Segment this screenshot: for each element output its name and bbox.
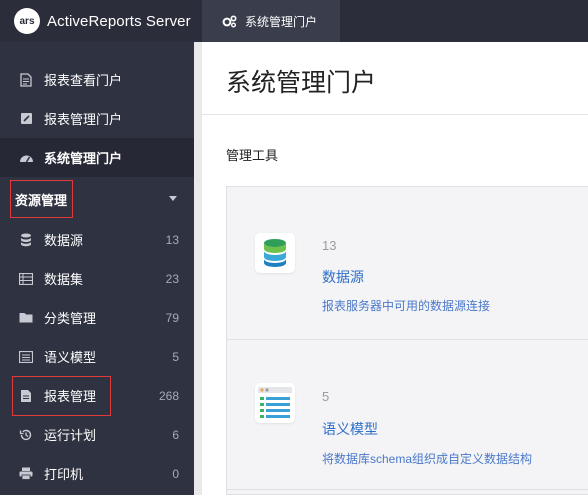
sidebar-item-label: 系统管理门户 [44, 151, 123, 166]
sidebar-item-label: 分类管理 [44, 311, 97, 326]
item-count: 268 [158, 388, 179, 403]
tab-label: 系统管理门户 [245, 14, 318, 29]
app-logo[interactable]: ars ActiveReports Server [0, 0, 200, 42]
sidebar-item-report-admin-portal[interactable]: 报表管理门户 [0, 99, 194, 138]
printer-icon [18, 466, 34, 482]
highlight-box-report-management [12, 376, 111, 416]
chevron-down-icon[interactable] [169, 196, 177, 201]
sidebar-item-printer[interactable]: 打印机 0 [0, 454, 194, 493]
tool-link-semantic-model[interactable]: 语义模型 [322, 419, 378, 439]
dashboard-gauge-icon [18, 150, 34, 166]
item-count: 5 [172, 349, 179, 364]
item-count: 0 [172, 466, 179, 481]
sidebar-item-schedule[interactable]: 运行计划 6 [0, 415, 194, 454]
sidebar-item-report-view-portal[interactable]: 报表查看门户 [0, 60, 194, 99]
history-icon [18, 427, 34, 443]
tool-description: 报表服务器中可用的数据源连接 [322, 299, 491, 313]
edit-square-icon [18, 111, 34, 127]
document-icon [18, 72, 34, 88]
sidebar-item-dataset[interactable]: 数据集 23 [0, 259, 194, 298]
table-list-icon [18, 271, 34, 287]
page-title: 系统管理门户 [226, 69, 377, 97]
top-bar: ars ActiveReports Server 系统管理门户 [0, 0, 588, 42]
sidebar-gutter [194, 42, 202, 495]
item-count: 6 [172, 427, 179, 442]
sidebar-item-label: 语义模型 [44, 350, 97, 365]
item-count: 13 [165, 232, 179, 247]
sidebar-item-label: 打印机 [44, 467, 84, 482]
sidebar-item-label: 数据源 [44, 233, 84, 248]
sidebar-item-data-source[interactable]: 数据源 13 [0, 220, 194, 259]
section-label: 资源管理 [15, 192, 68, 208]
sidebar-item-semantic-model[interactable]: 语义模型 5 [0, 337, 194, 376]
list-window-icon [18, 349, 34, 365]
semantic-model-icon[interactable] [255, 383, 295, 423]
sidebar-item-category[interactable]: 分类管理 79 [0, 298, 194, 337]
card-divider [226, 489, 588, 490]
app-name: ActiveReports Server [47, 12, 191, 30]
gears-icon [222, 14, 237, 27]
item-count: 23 [165, 271, 179, 286]
section-heading: 管理工具 [226, 148, 279, 163]
tool-count: 13 [322, 238, 337, 253]
header-divider [202, 114, 588, 115]
database-icon [18, 232, 34, 248]
sidebar-item-label: 报表管理门户 [44, 112, 123, 127]
folder-icon [18, 310, 34, 326]
tool-description: 将数据库schema组织成自定义数据结构 [322, 452, 533, 466]
tab-system-admin[interactable]: 系统管理门户 [202, 0, 340, 42]
tool-count: 5 [322, 389, 330, 404]
tool-link-data-source[interactable]: 数据源 [322, 267, 364, 287]
sidebar-item-label: 报表查看门户 [44, 73, 123, 88]
item-count: 79 [165, 310, 179, 325]
sidebar-item-system-admin-portal[interactable]: 系统管理门户 [0, 138, 194, 177]
card-divider [226, 339, 588, 340]
database-stack-icon[interactable] [255, 233, 295, 273]
sidebar-item-label: 数据集 [44, 272, 84, 287]
sidebar-item-label: 运行计划 [44, 428, 97, 443]
sidebar-section-resource-management[interactable]: 资源管理 [10, 180, 73, 218]
logo-badge: ars [14, 8, 40, 34]
